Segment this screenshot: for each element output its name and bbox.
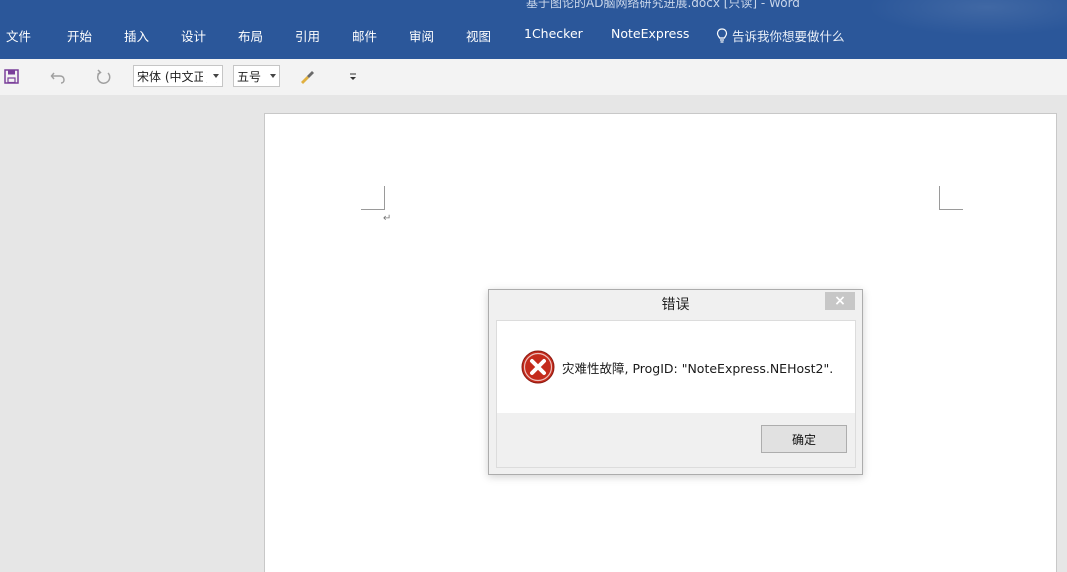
save-icon[interactable] bbox=[3, 68, 21, 86]
margin-corner-top-left bbox=[361, 186, 385, 210]
ribbon-background-art bbox=[867, 0, 1067, 36]
error-dialog: 错误 × 灾难性故障, ProgID: "NoteExpress.NEHost2… bbox=[488, 289, 863, 475]
paragraph-mark: ↵ bbox=[383, 213, 392, 224]
redo-icon[interactable] bbox=[95, 68, 113, 86]
chevron-down-icon bbox=[270, 74, 276, 78]
tab-review[interactable]: 审阅 bbox=[409, 26, 434, 45]
lightbulb-icon bbox=[716, 28, 728, 43]
tab-insert[interactable]: 插入 bbox=[124, 26, 149, 45]
window-title: 基于图论的AD脑网络研究进展.docx [只读] - Word bbox=[526, 0, 800, 10]
margin-corner-top-right bbox=[939, 186, 963, 210]
quick-access-toolbar: 宋体 (中文正文 五号 bbox=[0, 59, 1067, 95]
ribbon: 基于图论的AD脑网络研究进展.docx [只读] - Word 文件 开始 插入… bbox=[0, 0, 1067, 59]
tab-design[interactable]: 设计 bbox=[181, 26, 206, 45]
format-painter-icon[interactable] bbox=[299, 68, 317, 86]
ok-button[interactable]: 确定 bbox=[761, 425, 847, 453]
dialog-title: 错误 bbox=[661, 297, 690, 313]
tab-1checker[interactable]: 1Checker bbox=[524, 26, 583, 41]
undo-icon[interactable] bbox=[49, 68, 67, 86]
customize-qat-icon[interactable] bbox=[345, 68, 363, 86]
tell-me-label: 告诉我你想要做什么 bbox=[732, 29, 845, 44]
tab-file[interactable]: 文件 bbox=[6, 26, 31, 45]
dialog-body: 灾难性故障, ProgID: "NoteExpress.NEHost2". 确定 bbox=[496, 320, 856, 468]
dialog-message: 灾难性故障, ProgID: "NoteExpress.NEHost2". bbox=[562, 361, 834, 376]
tab-mailings[interactable]: 邮件 bbox=[352, 26, 377, 45]
tab-home[interactable]: 开始 bbox=[67, 26, 92, 45]
chevron-down-icon bbox=[213, 74, 219, 78]
font-name-combo[interactable]: 宋体 (中文正文 bbox=[133, 65, 223, 87]
font-size-value: 五号 bbox=[237, 70, 262, 84]
font-size-combo[interactable]: 五号 bbox=[233, 65, 280, 87]
dialog-message-area: 灾难性故障, ProgID: "NoteExpress.NEHost2". bbox=[497, 321, 855, 413]
dialog-close-button[interactable]: × bbox=[825, 292, 855, 310]
font-name-value: 宋体 (中文正文 bbox=[137, 70, 218, 84]
tab-references[interactable]: 引用 bbox=[295, 26, 320, 45]
error-icon bbox=[521, 350, 555, 384]
tell-me-search[interactable]: 告诉我你想要做什么 bbox=[716, 26, 845, 45]
tab-view[interactable]: 视图 bbox=[466, 26, 491, 45]
tab-noteexpress[interactable]: NoteExpress bbox=[611, 26, 689, 41]
tab-layout[interactable]: 布局 bbox=[238, 26, 263, 45]
